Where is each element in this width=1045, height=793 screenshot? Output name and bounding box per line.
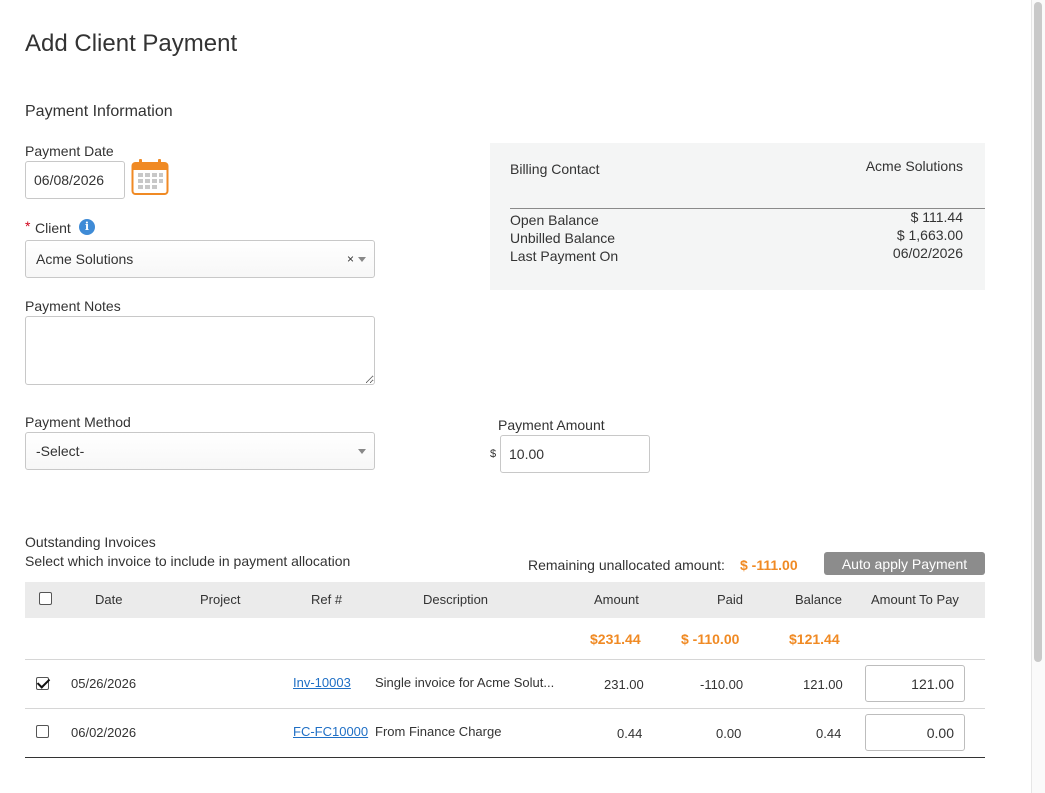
payment-notes-textarea[interactable] [25, 316, 375, 385]
section-title-payment-information: Payment Information [25, 103, 173, 120]
client-label: Client [35, 220, 71, 236]
amount-to-pay-input[interactable]: 0.00 [865, 714, 965, 751]
row-amount: 231.00 [604, 677, 644, 692]
remaining-unallocated-value: $ -111.00 [740, 557, 798, 573]
column-header-ref: Ref # [311, 592, 343, 607]
chevron-down-icon[interactable] [358, 449, 366, 454]
amount-to-pay-input[interactable]: 121.00 [865, 665, 965, 702]
payment-method-label: Payment Method [25, 414, 131, 430]
calendar-icon[interactable] [131, 158, 169, 196]
unbilled-balance-value: $ 1,663.00 [896, 227, 963, 243]
row-date: 05/26/2026 [71, 676, 137, 691]
remaining-unallocated-label: Remaining unallocated amount: [528, 557, 725, 573]
row-checkbox[interactable] [36, 725, 49, 738]
row-description: From Finance Charge [375, 724, 502, 739]
billing-summary-panel: Billing Contact Acme Solutions Open Bala… [490, 143, 985, 290]
payment-method-select[interactable]: -Select- [25, 432, 375, 470]
column-header-amount-to-pay: Amount To Pay [871, 592, 959, 607]
row-checkbox[interactable] [36, 677, 49, 690]
last-payment-label: Last Payment On [510, 248, 619, 264]
divider [25, 757, 985, 758]
billing-contact-value: Acme Solutions [865, 158, 963, 174]
payment-date-input[interactable]: 06/08/2026 [25, 161, 125, 199]
select-all-checkbox[interactable] [39, 592, 52, 605]
client-select[interactable]: Acme Solutions × [25, 240, 375, 278]
row-balance: 121.00 [803, 677, 843, 692]
row-balance: 0.44 [816, 726, 842, 741]
auto-apply-payment-button[interactable]: Auto apply Payment [824, 552, 985, 575]
payment-notes-label: Payment Notes [25, 298, 121, 314]
payment-amount-label: Payment Amount [498, 417, 605, 433]
invoice-table-header: Date Project Ref # Description Amount Pa… [25, 582, 985, 618]
row-paid: 0.00 [716, 726, 742, 741]
payment-date-label: Payment Date [25, 143, 114, 159]
info-icon[interactable]: i [79, 219, 95, 235]
column-header-balance: Balance [795, 592, 842, 607]
row-description: Single invoice for Acme Solut... [375, 675, 555, 690]
column-header-description: Description [423, 592, 489, 607]
page-title: Add Client Payment [25, 30, 238, 57]
column-header-paid: Paid [717, 592, 744, 607]
required-marker: * [25, 218, 31, 234]
clear-icon[interactable]: × [347, 252, 354, 266]
column-header-date: Date [95, 592, 123, 607]
outstanding-invoices-subtitle: Select which invoice to include in payme… [25, 553, 351, 569]
chevron-down-icon[interactable] [358, 257, 366, 262]
last-payment-value: 06/02/2026 [892, 245, 963, 261]
unbilled-balance-label: Unbilled Balance [510, 230, 616, 246]
row-amount: 0.44 [617, 726, 643, 741]
client-select-value: Acme Solutions [36, 251, 134, 267]
payment-method-value: -Select- [36, 443, 85, 459]
total-paid: $ -110.00 [681, 631, 740, 647]
invoice-ref-link[interactable]: Inv-10003 [293, 675, 351, 690]
divider [25, 659, 985, 660]
invoice-ref-link[interactable]: FC-FC10000 [293, 724, 368, 739]
open-balance-value: $ 111.44 [910, 209, 963, 225]
total-balance: $121.44 [789, 631, 840, 647]
scrollbar-thumb[interactable] [1034, 2, 1042, 662]
column-header-amount: Amount [594, 592, 639, 607]
open-balance-label: Open Balance [510, 212, 599, 228]
currency-symbol: $ [490, 448, 497, 460]
column-header-project: Project [200, 592, 241, 607]
row-date: 06/02/2026 [71, 725, 137, 740]
row-paid: -110.00 [700, 677, 744, 692]
billing-contact-label: Billing Contact [510, 161, 600, 177]
total-amount: $231.44 [590, 631, 641, 647]
payment-amount-input[interactable]: 10.00 [500, 435, 650, 473]
divider [25, 708, 985, 709]
outstanding-invoices-title: Outstanding Invoices [25, 534, 156, 550]
